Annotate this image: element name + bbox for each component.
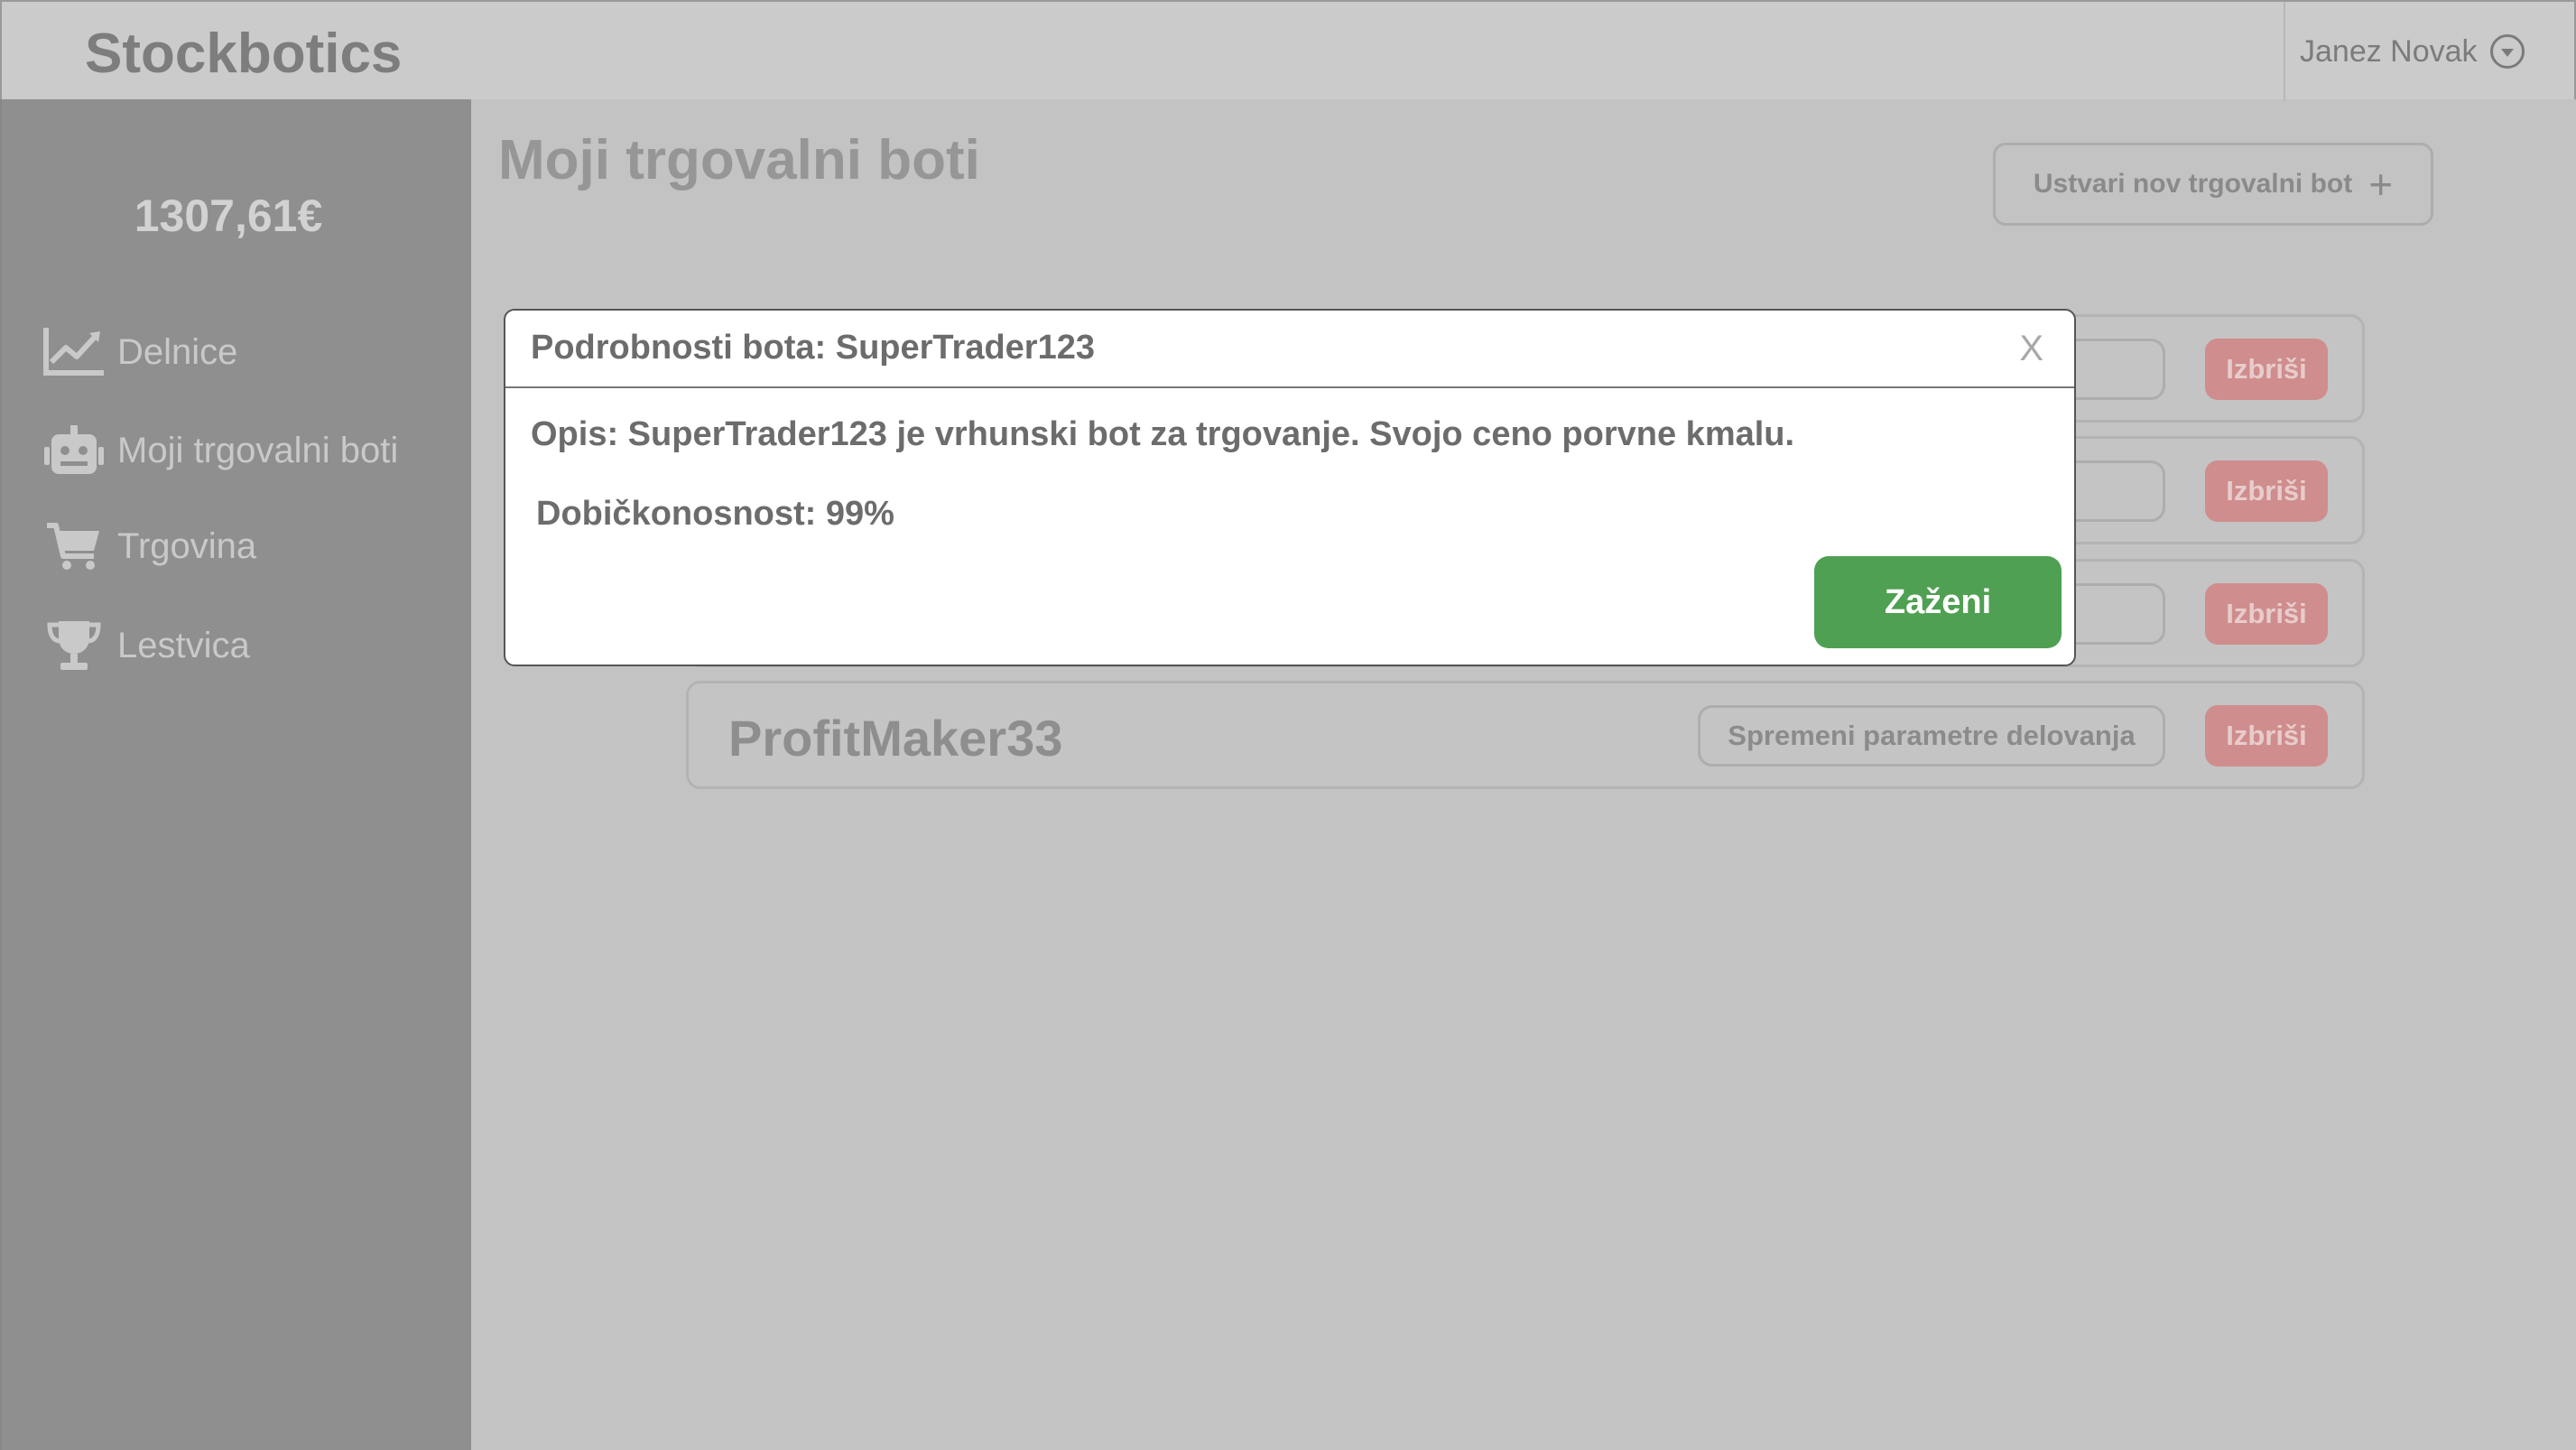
delete-button[interactable]: Izbriši xyxy=(2205,583,2328,645)
plus-icon: + xyxy=(2368,161,2394,208)
cart-icon xyxy=(42,517,107,575)
bot-name: ProfitMaker33 xyxy=(728,710,1063,767)
bot-row: ProfitMaker33 Spremeni parametre delovan… xyxy=(686,681,2365,789)
app-logo[interactable]: Stockbotics xyxy=(85,22,402,86)
delete-button[interactable]: Izbriši xyxy=(2205,705,2328,767)
bot-description: Opis: SuperTrader123 je vrhunski bot za … xyxy=(531,415,1795,453)
edit-params-button[interactable]: Spremeni parametre delovanja xyxy=(1698,705,2165,767)
delete-button[interactable]: Izbriši xyxy=(2205,339,2328,400)
user-name[interactable]: Janez Novak xyxy=(2300,34,2478,70)
sidebar-item-label: Lestvica xyxy=(117,625,250,665)
bot-details-modal: Podrobnosti bota: SuperTrader123 X Opis:… xyxy=(504,309,2076,666)
close-icon[interactable]: X xyxy=(2019,329,2043,369)
page-title: Moji trgovalni boti xyxy=(498,129,980,191)
trophy-icon xyxy=(42,617,107,674)
sidebar-item-label: Trgovina xyxy=(117,525,257,566)
sidebar-item-label: Moji trgovalni boti xyxy=(117,430,399,470)
sidebar-item-delnice[interactable]: Delnice xyxy=(42,321,237,384)
account-balance: 1307,61€ xyxy=(134,191,323,241)
sidebar-item-lestvica[interactable]: Lestvica xyxy=(42,614,250,677)
top-bar: Stockbotics Janez Novak xyxy=(0,0,2576,101)
bot-profitability: Dobičkonosnost: 99% xyxy=(536,495,894,533)
modal-header: Podrobnosti bota: SuperTrader123 X xyxy=(505,311,2074,388)
chevron-down-circle-icon[interactable] xyxy=(2489,34,2525,69)
line-chart-icon xyxy=(42,323,107,381)
create-bot-button[interactable]: Ustvari nov trgovalni bot + xyxy=(1993,143,2433,226)
modal-title: Podrobnosti bota: SuperTrader123 xyxy=(531,329,1095,367)
user-menu[interactable]: Janez Novak xyxy=(2284,2,2576,101)
sidebar: 1307,61€ Delnice Moji trgovalni boti Trg… xyxy=(0,99,471,1450)
delete-button[interactable]: Izbriši xyxy=(2205,460,2328,522)
launch-button[interactable]: Zaženi xyxy=(1814,556,2062,648)
sidebar-item-moji-boti[interactable]: Moji trgovalni boti xyxy=(42,419,398,482)
sidebar-item-label: Delnice xyxy=(117,331,238,372)
create-bot-label: Ustvari nov trgovalni bot xyxy=(2033,169,2353,199)
sidebar-item-trgovina[interactable]: Trgovina xyxy=(42,515,256,578)
robot-icon xyxy=(42,422,107,479)
